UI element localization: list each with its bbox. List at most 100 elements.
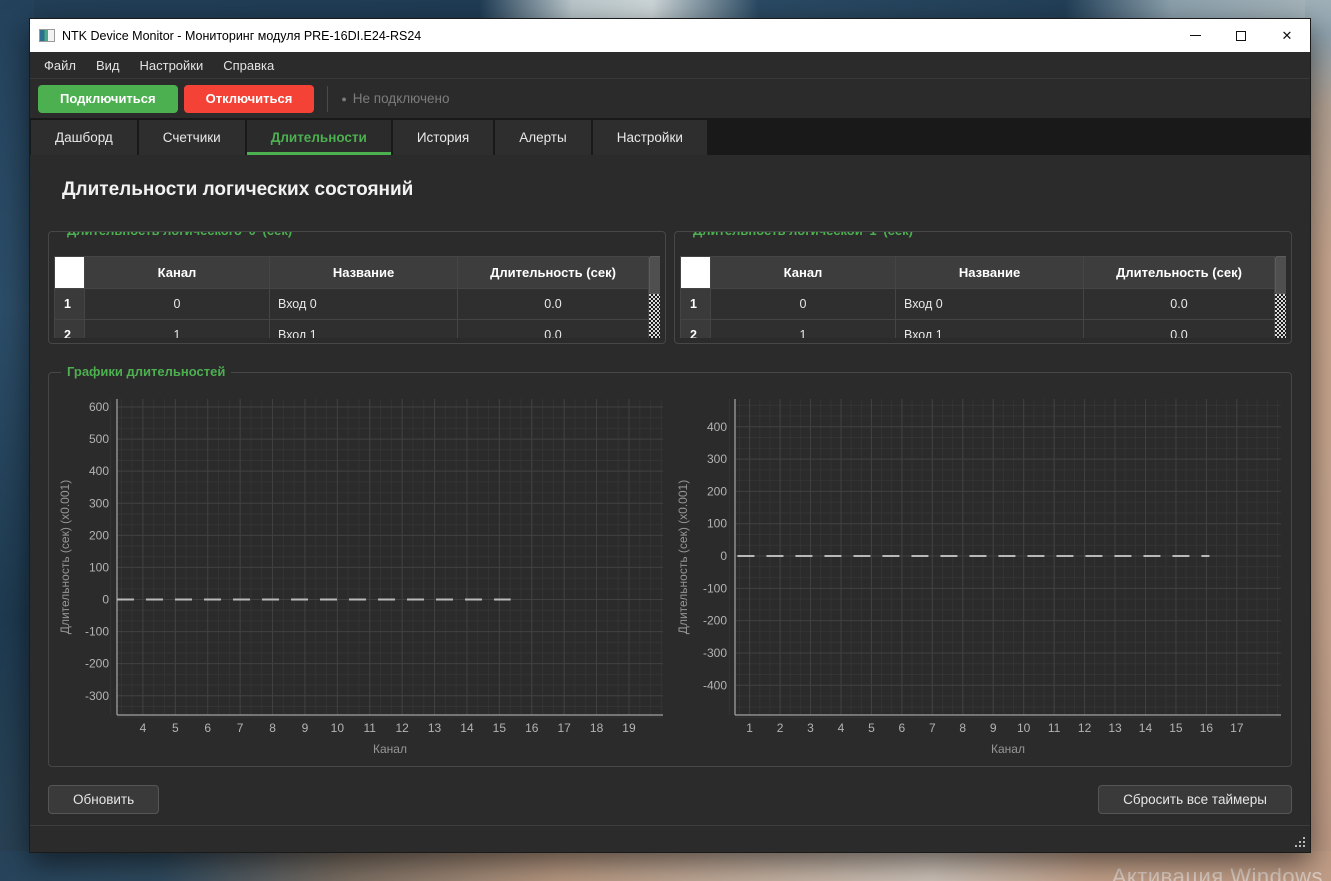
svg-text:9: 9 (302, 721, 309, 735)
table-row: 10Вход 00.0 (55, 289, 649, 320)
desktop: Активация Windows NTK Device Monitor - М… (0, 0, 1331, 881)
svg-text:16: 16 (525, 721, 539, 735)
svg-text:-100: -100 (703, 581, 727, 595)
svg-text:14: 14 (460, 721, 474, 735)
svg-text:5: 5 (868, 721, 875, 735)
resize-grip-icon[interactable] (1294, 836, 1305, 847)
refresh-button[interactable]: Обновить (48, 785, 159, 814)
group-duration-zero-title: Длительность логического '0' (сек) (61, 231, 298, 238)
content-area: Длительности логических состояний Длител… (30, 155, 1310, 825)
menu-item-2[interactable]: Настройки (130, 54, 214, 77)
svg-text:15: 15 (1169, 721, 1183, 735)
svg-text:600: 600 (89, 400, 109, 414)
svg-text:500: 500 (89, 432, 109, 446)
svg-text:Канал: Канал (991, 742, 1025, 756)
svg-text:0: 0 (720, 549, 727, 563)
menu-item-1[interactable]: Вид (86, 54, 130, 77)
cell-name[interactable]: Вход 1 (270, 320, 458, 339)
duration-one-table-wrap: КаналНазваниеДлительность (сек) 10Вход 00… (680, 256, 1286, 338)
menu-item-3[interactable]: Справка (213, 54, 284, 77)
scrollbar-thumb[interactable] (1275, 256, 1286, 294)
svg-text:400: 400 (707, 420, 727, 434)
svg-text:0: 0 (102, 593, 109, 607)
column-header-2[interactable]: Длительность (сек) (458, 257, 649, 289)
svg-text:400: 400 (89, 464, 109, 478)
row-header[interactable]: 1 (55, 289, 85, 320)
svg-text:Длительность (сек) (x0.001): Длительность (сек) (x0.001) (676, 480, 690, 634)
minimize-icon (1190, 35, 1201, 36)
svg-text:1: 1 (746, 721, 753, 735)
cell-channel[interactable]: 1 (711, 320, 896, 339)
windows-activation-watermark: Активация Windows (1112, 864, 1323, 881)
close-button[interactable]: ✕ (1264, 19, 1310, 52)
svg-text:-200: -200 (703, 614, 727, 628)
cell-channel[interactable]: 0 (85, 289, 270, 320)
svg-text:11: 11 (364, 721, 377, 735)
column-header-2[interactable]: Длительность (сек) (1084, 257, 1275, 289)
svg-text:Длительность (сек) (x0.001): Длительность (сек) (x0.001) (58, 480, 72, 634)
duration-zero-table: КаналНазваниеДлительность (сек)10Вход 00… (54, 256, 649, 338)
tab-счетчики[interactable]: Счетчики (139, 120, 245, 155)
svg-text:12: 12 (1078, 721, 1092, 735)
table-corner-button[interactable] (55, 257, 85, 289)
svg-text:-400: -400 (703, 678, 727, 692)
page-title: Длительности логических состояний (62, 179, 1310, 201)
tab-история[interactable]: История (393, 120, 493, 155)
toolbar: Подключиться Отключиться ● Не подключено (30, 79, 1310, 118)
table-scrollbar[interactable] (1275, 256, 1286, 338)
svg-text:7: 7 (929, 721, 936, 735)
cell-duration[interactable]: 0.0 (458, 289, 649, 320)
cell-duration[interactable]: 0.0 (1084, 289, 1275, 320)
svg-text:-200: -200 (85, 657, 109, 671)
svg-text:100: 100 (707, 517, 727, 531)
cell-duration[interactable]: 0.0 (458, 320, 649, 339)
tab-дашборд[interactable]: Дашборд (31, 120, 137, 155)
row-header[interactable]: 2 (55, 320, 85, 339)
svg-text:19: 19 (622, 721, 636, 735)
cell-duration[interactable]: 0.0 (1084, 320, 1275, 339)
connect-button[interactable]: Подключиться (38, 85, 178, 113)
scrollbar-thumb[interactable] (649, 256, 660, 294)
column-header-0[interactable]: Канал (85, 257, 270, 289)
duration-one-table: КаналНазваниеДлительность (сек) 10Вход 00… (680, 256, 1275, 338)
group-charts: Графики длительностей 600500400300200100… (48, 372, 1292, 767)
tab-настройки[interactable]: Настройки (593, 120, 707, 155)
cell-channel[interactable]: 0 (711, 289, 896, 320)
table-scrollbar[interactable] (649, 256, 660, 338)
menu-item-0[interactable]: Файл (34, 54, 86, 77)
window-title: NTK Device Monitor - Мониторинг модуля P… (62, 29, 421, 43)
table-corner-button[interactable] (681, 257, 711, 289)
minimize-button[interactable] (1172, 19, 1218, 52)
column-header-1[interactable]: Название (270, 257, 458, 289)
maximize-button[interactable] (1218, 19, 1264, 52)
status-bar (30, 825, 1310, 852)
reset-all-timers-button[interactable]: Сбросить все таймеры (1098, 785, 1292, 814)
svg-text:11: 11 (1048, 721, 1061, 735)
column-header-0[interactable]: Канал (711, 257, 896, 289)
table-row: 21Вход 10.0 (55, 320, 649, 339)
svg-text:100: 100 (89, 560, 109, 574)
close-icon: ✕ (1282, 29, 1293, 42)
tab-алерты[interactable]: Алерты (495, 120, 591, 155)
svg-text:6: 6 (204, 721, 211, 735)
disconnect-button[interactable]: Отключиться (184, 85, 315, 113)
svg-text:12: 12 (395, 721, 409, 735)
app-window: NTK Device Monitor - Мониторинг модуля P… (29, 18, 1311, 853)
cell-name[interactable]: Вход 0 (270, 289, 458, 320)
svg-text:200: 200 (89, 528, 109, 542)
row-header[interactable]: 2 (681, 320, 711, 339)
svg-text:Канал: Канал (373, 742, 407, 756)
row-header[interactable]: 1 (681, 289, 711, 320)
title-bar[interactable]: NTK Device Monitor - Мониторинг модуля P… (30, 19, 1310, 52)
svg-text:10: 10 (1017, 721, 1031, 735)
cell-channel[interactable]: 1 (85, 320, 270, 339)
group-duration-one: Длительность логической '1' (сек) КаналН… (674, 231, 1292, 344)
svg-text:17: 17 (557, 721, 571, 735)
duration-zero-chart: 6005004003002001000-100-200-300456789101… (55, 393, 667, 761)
tab-длительности[interactable]: Длительности (247, 120, 391, 155)
cell-name[interactable]: Вход 0 (896, 289, 1084, 320)
svg-text:5: 5 (172, 721, 179, 735)
column-header-1[interactable]: Название (896, 257, 1084, 289)
cell-name[interactable]: Вход 1 (896, 320, 1084, 339)
svg-text:-300: -300 (703, 646, 727, 660)
